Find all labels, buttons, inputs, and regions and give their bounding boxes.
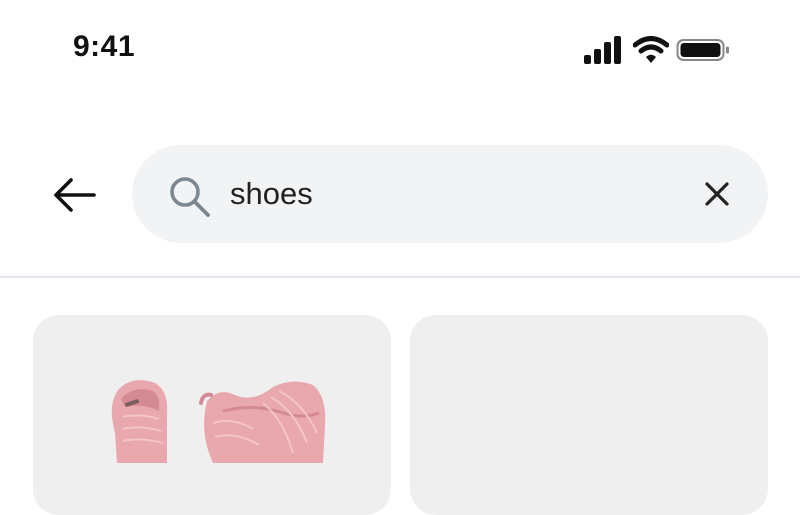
header-divider xyxy=(0,276,800,278)
wifi-icon xyxy=(633,36,669,63)
search-row xyxy=(0,145,800,245)
product-card[interactable] xyxy=(33,315,391,515)
search-input[interactable] xyxy=(230,173,670,215)
arrow-left-icon xyxy=(54,178,96,212)
back-button[interactable] xyxy=(46,170,102,220)
close-icon xyxy=(705,182,729,206)
cellular-signal-icon xyxy=(584,36,621,64)
results-grid xyxy=(0,315,800,515)
search-icon xyxy=(170,177,210,217)
status-bar: 9:41 xyxy=(0,0,800,100)
status-time: 9:41 xyxy=(73,30,136,63)
search-bar[interactable] xyxy=(132,145,768,243)
battery-icon xyxy=(676,39,729,61)
clear-search-button[interactable] xyxy=(698,175,736,213)
product-card[interactable] xyxy=(410,315,768,515)
